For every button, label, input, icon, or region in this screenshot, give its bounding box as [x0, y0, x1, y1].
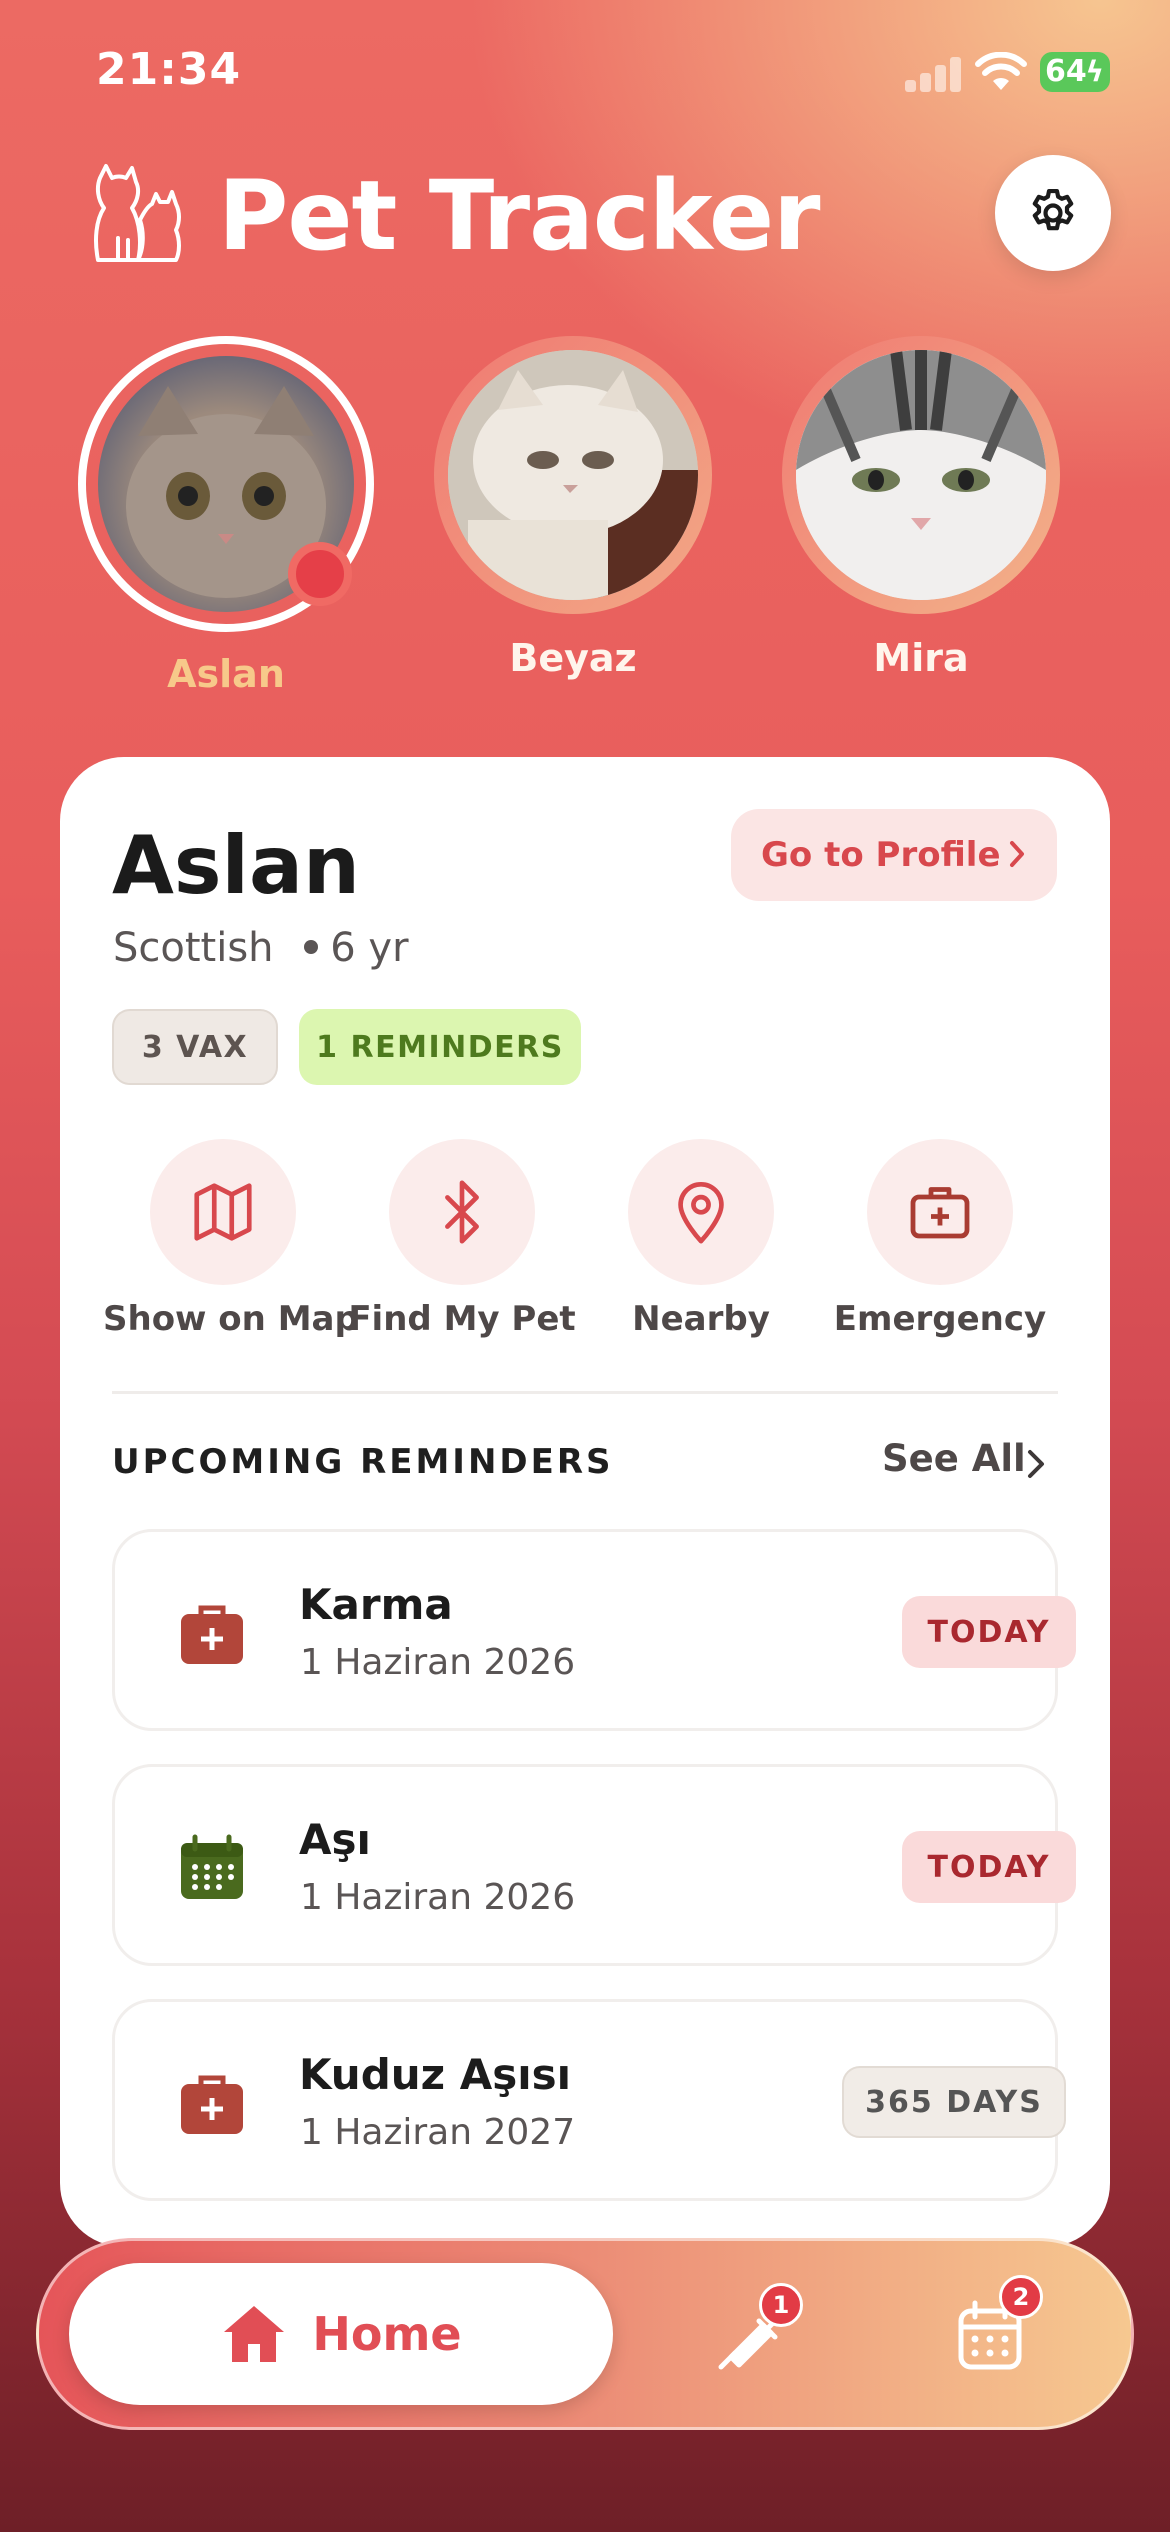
chevron-right-icon[interactable] [1024, 1447, 1048, 1481]
pet-photo-beyaz [448, 350, 698, 600]
status-time: 21:34 [96, 44, 242, 95]
reminder-date: 1 Haziran 2027 [300, 2112, 576, 2153]
action-label: Emergency [833, 1299, 1047, 1339]
pet-summary-card: Aslan Scottish 6 yr Go to Profile 3 VAX … [60, 757, 1110, 2247]
reminder-status-badge: TODAY [902, 1831, 1076, 1903]
bluetooth-icon [445, 1180, 479, 1244]
calendar-icon [181, 1834, 243, 1899]
reminder-title: Aşı [299, 1815, 371, 1864]
bottom-tab-bar: Home 1 2 [36, 2238, 1134, 2430]
upcoming-reminders-title: UPCOMING REMINDERS [112, 1442, 614, 1482]
pet-age: 6 yr [330, 925, 409, 971]
action-circle [628, 1139, 774, 1285]
first-aid-kit-icon [910, 1187, 970, 1239]
pet-meta: Scottish 6 yr [113, 925, 409, 971]
reminder-date: 1 Haziran 2026 [300, 1877, 576, 1918]
tab-calendar[interactable]: 2 [947, 2275, 1043, 2381]
gear-icon [1032, 188, 1074, 231]
pet-title: Aslan [112, 819, 360, 912]
wifi-icon [975, 52, 1027, 90]
reminder-status-badge: 365 DAYS [842, 2066, 1066, 2138]
go-to-profile-label: Go to Profile [761, 835, 1001, 875]
battery-level: 64 [1045, 54, 1087, 89]
reminder-item[interactable]: Karma 1 Haziran 2026 TODAY [112, 1529, 1076, 1731]
action-circle [150, 1139, 296, 1285]
notification-badge: 1 [759, 2283, 803, 2327]
map-icon [194, 1183, 252, 1241]
pet-name-beyaz: Beyaz [509, 636, 637, 680]
reminder-status-badge: TODAY [902, 1596, 1076, 1668]
app-title: Pet Tracker [218, 160, 820, 272]
nearby-button[interactable]: Nearby [581, 1139, 821, 1339]
pet-avatar-beyaz[interactable]: Beyaz [434, 336, 712, 686]
reminder-item[interactable]: Kuduz Aşısı 1 Haziran 2027 365 DAYS [112, 1999, 1066, 2201]
see-all-link[interactable]: See All [882, 1437, 1026, 1480]
charging-bolt-icon: ϟ [1085, 55, 1104, 88]
status-bar: 21:34 64 ϟ [0, 0, 1170, 150]
medical-bag-icon [181, 2075, 243, 2134]
pet-avatar-aslan[interactable]: Aslan [78, 336, 374, 706]
go-to-profile-button[interactable]: Go to Profile [731, 809, 1057, 901]
chevron-right-icon [1010, 841, 1024, 867]
medical-bag-icon [181, 1605, 243, 1664]
emergency-button[interactable]: Emergency [820, 1139, 1060, 1339]
find-my-pet-button[interactable]: Find My Pet [342, 1139, 582, 1339]
tab-home[interactable]: Home [69, 2263, 613, 2405]
tab-vaccines[interactable]: 1 [707, 2283, 803, 2381]
app-header: Pet Tracker [88, 160, 1088, 270]
cellular-signal-icon [905, 56, 965, 92]
reminder-title: Kuduz Aşısı [299, 2050, 572, 2099]
vaccination-count-badge: 3 VAX [112, 1009, 278, 1085]
location-pin-icon [678, 1181, 724, 1244]
settings-button[interactable] [995, 155, 1111, 271]
pet-name-mira: Mira [873, 636, 969, 680]
pet-name-aslan: Aslan [167, 652, 285, 696]
action-circle [389, 1139, 535, 1285]
action-label: Nearby [632, 1299, 770, 1339]
reminder-date: 1 Haziran 2026 [300, 1642, 576, 1683]
action-circle [867, 1139, 1013, 1285]
online-status-dot [288, 542, 352, 606]
action-label: Find My Pet [348, 1299, 576, 1339]
home-icon [224, 2306, 285, 2362]
section-divider [112, 1391, 1058, 1394]
pet-breed: Scottish [113, 925, 274, 971]
notification-badge: 2 [999, 2275, 1043, 2319]
show-on-map-button[interactable]: Show on Map [103, 1139, 359, 1339]
reminder-item[interactable]: Aşı 1 Haziran 2026 TODAY [112, 1764, 1076, 1966]
reminder-title: Karma [299, 1580, 453, 1629]
reminders-count-badge: 1 REMINDERS [299, 1009, 581, 1085]
tab-home-label: Home [312, 2307, 462, 2361]
pets-logo-icon [94, 164, 181, 262]
meta-separator-dot [304, 940, 319, 954]
action-label: Show on Map [103, 1299, 359, 1339]
pet-photo-mira [796, 350, 1046, 600]
battery-indicator: 64 ϟ [1040, 52, 1110, 92]
pet-avatar-mira[interactable]: Mira [782, 336, 1060, 686]
